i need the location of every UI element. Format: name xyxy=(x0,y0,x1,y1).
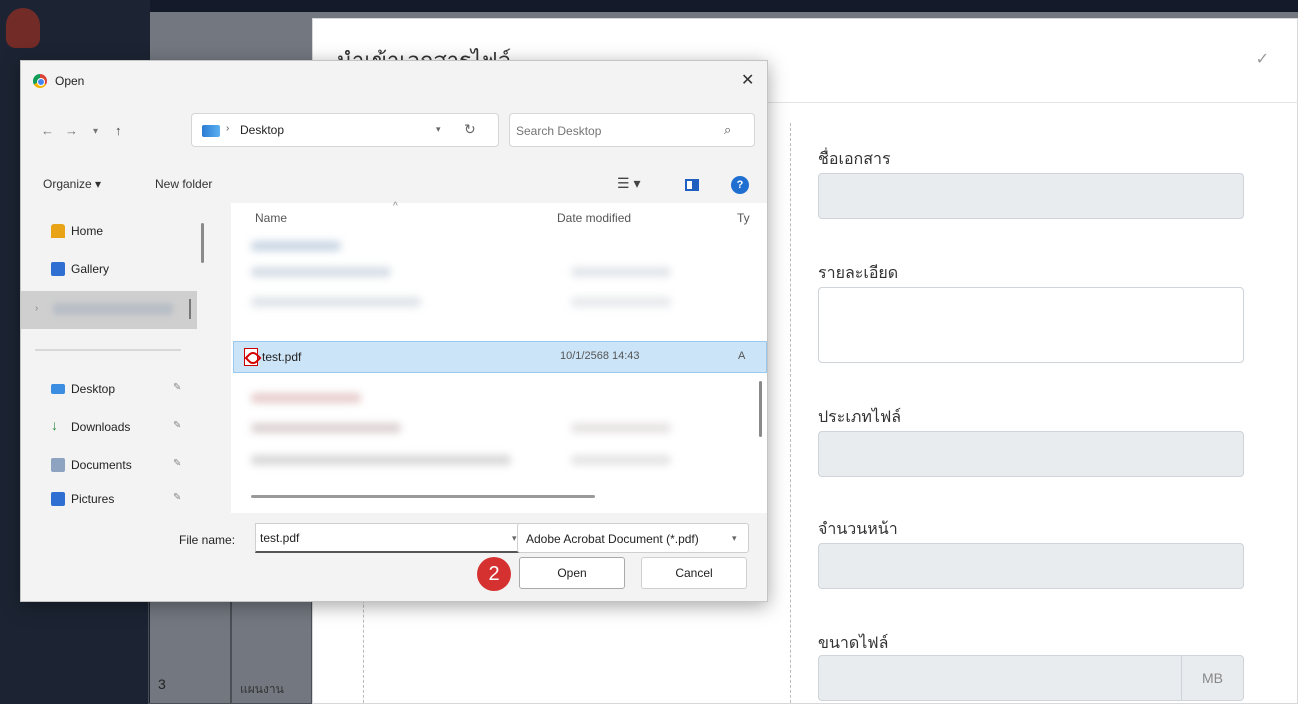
app-logo xyxy=(6,8,40,48)
address-bar[interactable]: › Desktop ▾ ↻ xyxy=(191,113,499,147)
sidebar-item-label: Home xyxy=(71,224,104,238)
redacted-text xyxy=(571,297,671,307)
filename-value: test.pdf xyxy=(260,531,300,545)
dialog-title: Open xyxy=(55,74,85,88)
chevron-right-icon[interactable]: › xyxy=(35,303,38,314)
dialog-titlebar[interactable]: Open ✕ xyxy=(21,61,767,101)
sidebar-item-label: Desktop xyxy=(71,382,116,396)
documents-icon xyxy=(51,458,65,472)
pin-icon: ✎ xyxy=(173,420,182,431)
dialog-toolbar: Organize ▾ New folder ☰ ▾ ? xyxy=(21,173,767,199)
file-name: test.pdf xyxy=(262,350,302,364)
docname-label: ชื่อเอกสาร xyxy=(818,151,891,168)
table-row-text: แผนงาน xyxy=(240,682,284,696)
docname-input[interactable] xyxy=(818,173,1244,219)
nav-scroll-mark xyxy=(189,299,191,319)
download-icon: ↓ xyxy=(51,417,58,433)
sort-up-icon: ^ xyxy=(393,201,398,212)
redacted-text xyxy=(251,267,391,277)
redacted-text xyxy=(571,455,671,465)
redacted-file-rows xyxy=(241,233,761,329)
search-input[interactable] xyxy=(516,122,716,140)
sidebar-item-label: Gallery xyxy=(71,262,110,276)
chevron-down-icon[interactable]: ▾ xyxy=(732,533,737,544)
filesize-label: ขนาดไฟล์ xyxy=(818,635,889,652)
pin-icon: ✎ xyxy=(173,458,182,469)
organize-button[interactable]: Organize ▾ xyxy=(43,177,101,191)
file-row-selected[interactable]: test.pdf 10/1/2568 14:43 A xyxy=(233,341,767,373)
sidebar-item-label: Documents xyxy=(71,458,132,472)
file-type: A xyxy=(738,350,746,362)
navigation-pane: Home Gallery › Desktop ✎ ↓ Downloads ✎ D… xyxy=(21,203,217,511)
up-arrow-icon[interactable]: ↑ xyxy=(115,123,122,138)
new-folder-button[interactable]: New folder xyxy=(155,177,212,191)
redacted-text xyxy=(251,455,511,465)
redacted-text xyxy=(251,241,341,251)
filesize-unit: MB xyxy=(1182,655,1244,701)
recent-locations-icon[interactable]: ▾ xyxy=(93,126,98,137)
close-icon[interactable]: ✕ xyxy=(741,70,754,90)
detail-label: รายละเอียด xyxy=(818,265,899,282)
home-icon xyxy=(51,224,65,238)
pictures-icon xyxy=(51,492,65,506)
back-arrow-icon[interactable]: ← xyxy=(41,123,54,138)
filetype-select[interactable]: Adobe Acrobat Document (*.pdf) ▾ xyxy=(517,523,749,553)
sidebar-item-redacted[interactable]: › xyxy=(21,291,197,329)
dialog-footer: File name: test.pdf ▾ Adobe Acrobat Docu… xyxy=(21,513,767,601)
pin-icon: ✎ xyxy=(173,382,182,393)
pages-label: จำนวนหน้า xyxy=(818,521,898,538)
redacted-file-rows xyxy=(241,383,761,483)
nav-scrollbar[interactable] xyxy=(201,223,204,263)
dialog-navbar: ← → ▾ ↑ › Desktop ▾ ↻ ⌕ xyxy=(21,109,767,153)
redacted-text xyxy=(571,423,671,433)
app-topbar xyxy=(0,0,1298,12)
detail-textarea[interactable] xyxy=(818,287,1244,363)
open-file-dialog: Open ✕ ← → ▾ ↑ › Desktop ▾ ↻ ⌕ Organize … xyxy=(20,60,768,602)
filename-input[interactable]: test.pdf ▾ xyxy=(255,523,525,553)
desktop-icon xyxy=(51,384,65,394)
pages-input[interactable] xyxy=(818,543,1244,589)
pin-icon: ✎ xyxy=(173,492,182,503)
address-text: Desktop xyxy=(240,123,285,137)
cancel-button[interactable]: Cancel xyxy=(641,557,747,589)
filetype-label: ประเภทไฟล์ xyxy=(818,409,902,426)
chrome-icon xyxy=(33,74,47,88)
column-header-date[interactable]: Date modified xyxy=(557,211,631,225)
pdf-file-icon xyxy=(244,348,258,366)
view-options-icon[interactable]: ☰ ▾ xyxy=(617,175,640,192)
file-list: Name ^ Date modified Ty test.pdf 10/1/25… xyxy=(231,201,767,513)
chevron-down-icon[interactable]: ▾ xyxy=(512,533,517,544)
column-header-type[interactable]: Ty xyxy=(737,211,750,225)
filesize-input[interactable] xyxy=(818,655,1182,701)
folder-icon xyxy=(202,125,220,137)
modal-close-icon[interactable]: ✓ xyxy=(1256,49,1269,68)
filetype-value: Adobe Acrobat Document (*.pdf) xyxy=(526,532,699,546)
redacted-text xyxy=(251,423,401,433)
table-row-number: 3 xyxy=(158,676,166,692)
redacted-text xyxy=(251,297,421,307)
redacted-text xyxy=(571,267,671,277)
redacted-text xyxy=(251,393,361,403)
chevron-down-icon[interactable]: ▾ xyxy=(436,124,441,135)
refresh-icon[interactable]: ↻ xyxy=(464,121,476,138)
forward-arrow-icon[interactable]: → xyxy=(65,123,78,138)
chevron-right-icon: › xyxy=(226,123,230,134)
sidebar-item-label: Pictures xyxy=(71,492,115,506)
filename-label: File name: xyxy=(179,533,236,547)
divider xyxy=(35,349,181,351)
help-icon[interactable]: ? xyxy=(731,176,749,194)
file-list-scrollbar[interactable] xyxy=(759,381,762,437)
step-badge: 2 xyxy=(477,557,511,591)
open-button[interactable]: Open xyxy=(519,557,625,589)
search-icon[interactable]: ⌕ xyxy=(724,122,731,138)
column-header-name[interactable]: Name xyxy=(255,211,287,225)
search-box[interactable]: ⌕ xyxy=(509,113,755,147)
preview-pane-icon[interactable] xyxy=(685,179,699,191)
sidebar-item-label: Downloads xyxy=(71,420,131,434)
file-date: 10/1/2568 14:43 xyxy=(560,350,640,362)
filetype-input[interactable] xyxy=(818,431,1244,477)
file-list-hscrollbar[interactable] xyxy=(251,495,595,498)
gallery-icon xyxy=(51,262,65,276)
redacted-label xyxy=(53,303,173,315)
